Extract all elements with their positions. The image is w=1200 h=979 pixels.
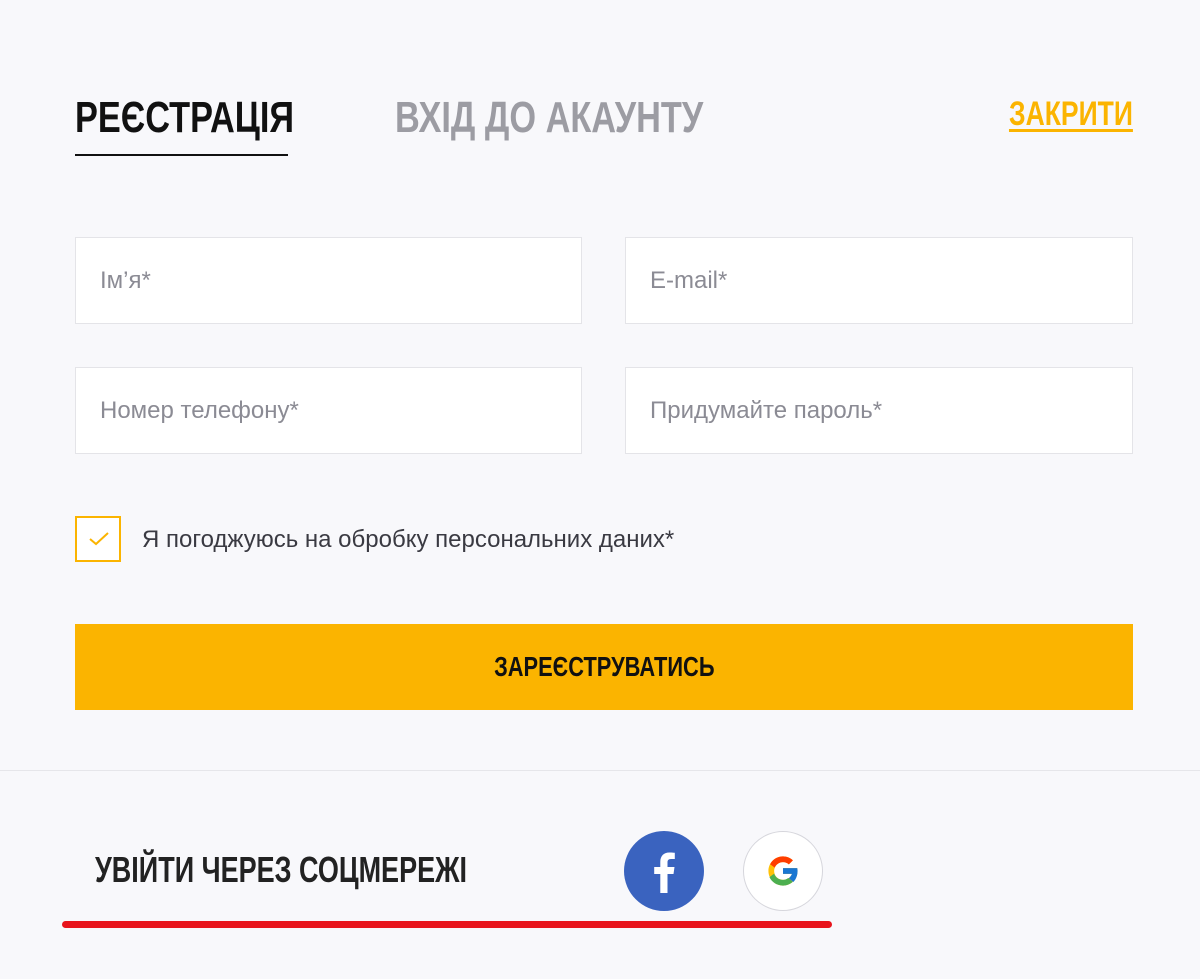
register-button-label: ЗАРЕЄСТРУВАТИСЬ	[493, 651, 715, 682]
consent-checkbox[interactable]	[75, 516, 121, 562]
password-field	[625, 367, 1133, 454]
email-input[interactable]	[626, 238, 1132, 323]
email-field	[625, 237, 1133, 324]
social-login-label: УВІЙТИ ЧЕРЕЗ СОЦМЕРЕЖІ	[95, 849, 467, 890]
consent-label: Я погоджуюсь на обробку персональних дан…	[142, 526, 675, 553]
phone-field	[75, 367, 582, 454]
google-login-button[interactable]	[743, 831, 823, 911]
close-link[interactable]: ЗАКРИТИ	[1009, 94, 1133, 134]
facebook-icon	[654, 852, 675, 893]
google-icon	[768, 856, 799, 886]
name-input[interactable]	[76, 238, 581, 323]
password-input[interactable]	[626, 368, 1132, 453]
active-tab-underline	[75, 154, 288, 156]
auth-tabs: РЕЄСТРАЦІЯ ВХІД ДО АКАУНТУ ЗАКРИТИ	[75, 92, 1133, 158]
checkmark-icon	[89, 532, 109, 546]
section-divider	[0, 770, 1200, 771]
annotation-underline	[62, 921, 832, 928]
register-button[interactable]: ЗАРЕЄСТРУВАТИСЬ	[75, 624, 1133, 710]
name-field	[75, 237, 582, 324]
phone-input[interactable]	[76, 368, 581, 453]
facebook-login-button[interactable]	[624, 831, 704, 911]
tab-register[interactable]: РЕЄСТРАЦІЯ	[75, 92, 294, 144]
tab-login[interactable]: ВХІД ДО АКАУНТУ	[395, 92, 703, 144]
